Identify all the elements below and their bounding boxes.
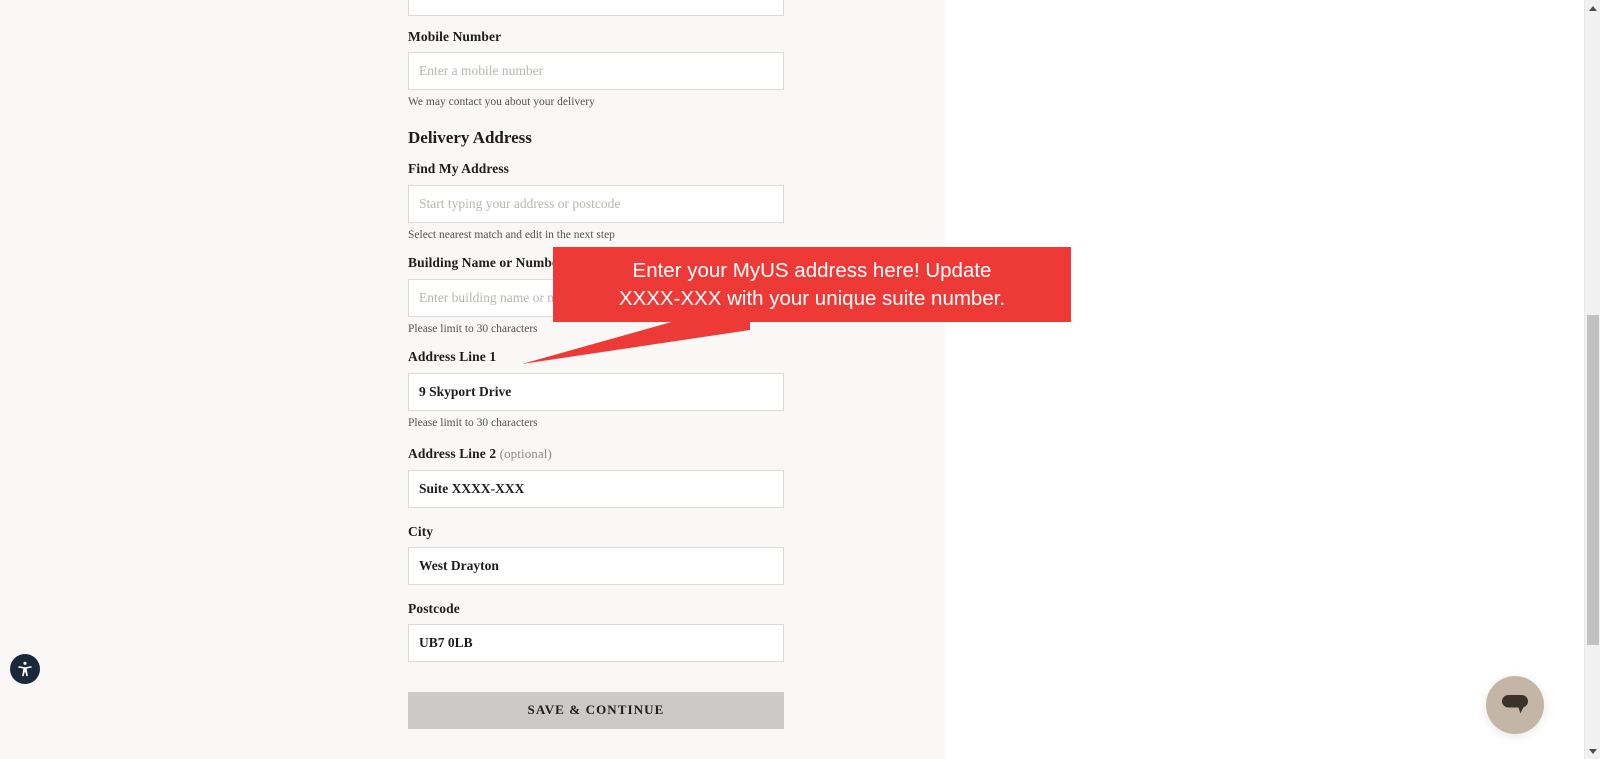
city-input[interactable] <box>408 546 784 585</box>
helper-address-line-1: Please limit to 30 characters <box>408 416 538 429</box>
page-root: Mobile Number We may contact you about y… <box>0 0 1600 759</box>
label-mobile-number: Mobile Number <box>408 29 502 44</box>
field-group-find-my-address: Find My Address Select nearest match and… <box>408 161 784 242</box>
annotation-callout: Enter your MyUS address here! Update XXX… <box>553 247 1071 322</box>
label-address-line-2: Address Line 2 (optional) <box>408 446 784 462</box>
chevron-up-icon <box>1589 5 1597 11</box>
save-and-continue-button[interactable]: SAVE & CONTINUE <box>408 691 784 729</box>
label-address-line-1: Address Line 1 <box>408 349 497 365</box>
chat-bubble-icon <box>1502 695 1528 714</box>
address-line-1-input[interactable] <box>408 372 784 411</box>
helper-mobile-number: We may contact you about your delivery <box>408 96 595 109</box>
helper-find-my-address: Select nearest match and edit in the nex… <box>408 228 615 241</box>
scrollbar-down-arrow[interactable] <box>1585 743 1600 759</box>
section-heading-delivery-address: Delivery Address <box>408 127 532 147</box>
delivery-address-form: Mobile Number We may contact you about y… <box>408 0 784 729</box>
vertical-scrollbar[interactable] <box>1584 0 1600 759</box>
label-city: City <box>408 523 434 539</box>
field-group-previous-truncated <box>408 0 784 16</box>
find-my-address-input[interactable] <box>408 184 784 223</box>
chat-launcher-button[interactable] <box>1486 676 1544 734</box>
previous-field-input[interactable] <box>408 0 784 16</box>
label-address-line-2-optional: (optional) <box>499 446 552 462</box>
accessibility-button[interactable] <box>10 654 40 684</box>
scrollbar-thumb[interactable] <box>1587 315 1599 645</box>
field-group-postcode: Postcode <box>408 601 784 662</box>
address-line-2-input[interactable] <box>408 469 784 508</box>
field-group-city: City <box>408 524 784 585</box>
chevron-down-icon <box>1589 748 1597 754</box>
field-group-address-line-2: Address Line 2 (optional) <box>408 446 784 508</box>
label-address-line-2-text: Address Line 2 <box>408 446 497 462</box>
postcode-input[interactable] <box>408 623 784 662</box>
helper-building-name-or-number: Please limit to 30 characters <box>408 322 538 335</box>
label-postcode: Postcode <box>408 600 460 616</box>
field-group-address-line-1: Address Line 1 Please limit to 30 charac… <box>408 349 784 430</box>
mobile-number-input[interactable] <box>408 52 784 91</box>
accessibility-person-icon <box>18 661 32 677</box>
annotation-callout-text: Enter your MyUS address here! Update XXX… <box>618 258 1006 310</box>
scrollbar-up-arrow[interactable] <box>1585 0 1600 16</box>
field-group-mobile-number: Mobile Number We may contact you about y… <box>408 29 784 110</box>
label-find-my-address: Find My Address <box>408 161 510 177</box>
